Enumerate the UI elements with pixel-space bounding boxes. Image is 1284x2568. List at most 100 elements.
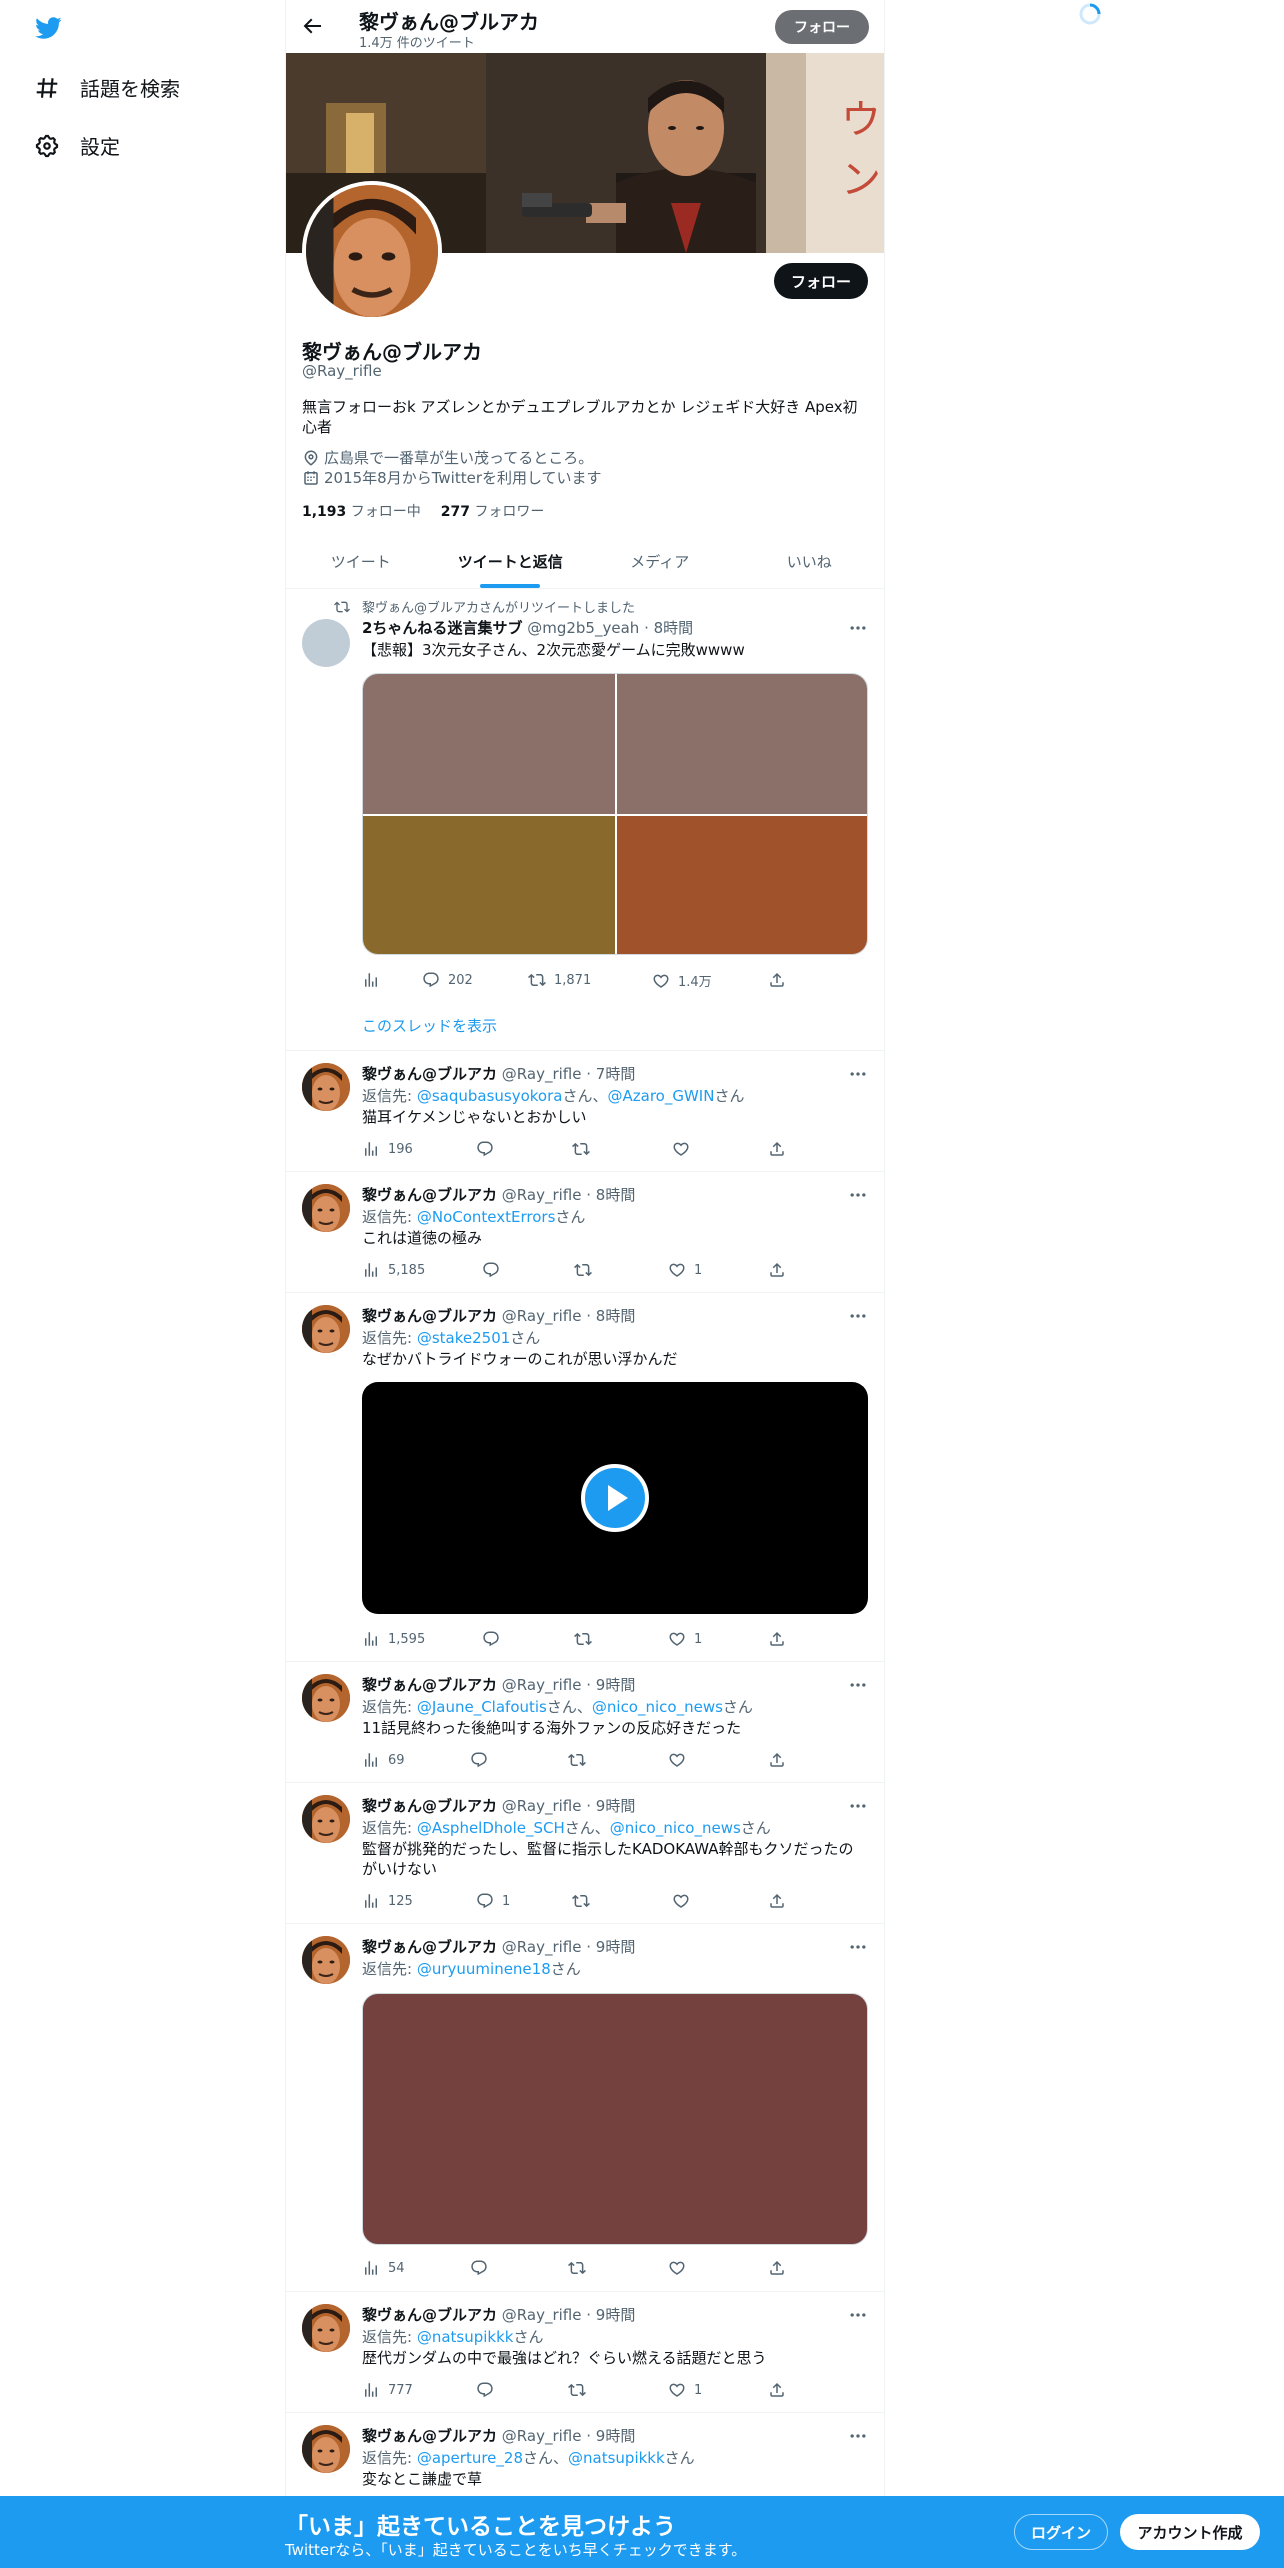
tweet-avatar[interactable] — [302, 1674, 350, 1722]
media-image-4[interactable] — [617, 816, 867, 954]
nav-settings[interactable]: 設定 — [34, 131, 120, 160]
tweet-author-name[interactable]: 黎ヴぁん@ブルアカ — [362, 1186, 497, 1204]
tweet-avatar[interactable] — [302, 1936, 350, 1984]
more-options-icon[interactable] — [848, 1064, 868, 1084]
reply-button[interactable] — [482, 1261, 508, 1279]
share-button[interactable] — [768, 1140, 794, 1158]
more-options-icon[interactable] — [848, 1675, 868, 1695]
reply-button[interactable]: 202 — [422, 971, 473, 989]
reply-mention-link[interactable]: @uryuuminene18 — [417, 1960, 551, 1978]
like-button[interactable] — [668, 1751, 694, 1769]
reply-mention-link[interactable]: @natsupikkk — [568, 2449, 665, 2467]
views-button[interactable]: 196 — [362, 1140, 413, 1158]
follow-button[interactable]: フォロー — [774, 263, 868, 299]
retweet-button[interactable] — [568, 1751, 594, 1769]
views-button[interactable]: 69 — [362, 1751, 405, 1769]
like-button[interactable]: 1.4万 — [652, 971, 712, 990]
followers-link[interactable]: 277 フォロワー — [441, 504, 545, 520]
tweet-avatar[interactable] — [302, 1063, 350, 1111]
tweet-video[interactable] — [362, 1382, 868, 1614]
reply-button[interactable] — [482, 1630, 508, 1648]
tweet[interactable]: 黎ヴぁん@ブルアカ @Ray_rifle · 9時間 返信先: @AsphelD… — [286, 1783, 884, 1924]
show-thread-link[interactable]: このスレッドを表示 — [362, 1015, 497, 1036]
like-button[interactable]: 1 — [668, 1261, 702, 1279]
reply-mention-link[interactable]: @stake2501 — [417, 1329, 510, 1347]
reply-mention-link[interactable]: @natsupikkk — [417, 2328, 514, 2346]
share-button[interactable] — [768, 1751, 794, 1769]
views-button[interactable]: 777 — [362, 2381, 413, 2399]
more-options-icon[interactable] — [848, 1796, 868, 1816]
tweet-image[interactable] — [362, 1993, 868, 2245]
tweet[interactable]: 2ちゃんねる迷言集サブ @mg2b5_yeah · 8時間 【悲報】3次元女子さ… — [286, 589, 884, 1051]
nav-explore[interactable]: 話題を検索 — [34, 73, 180, 102]
more-options-icon[interactable] — [848, 1937, 868, 1957]
following-link[interactable]: 1,193 フォロー中 — [302, 504, 421, 520]
like-button[interactable] — [668, 2259, 694, 2277]
tweet[interactable]: 黎ヴぁん@ブルアカ @Ray_rifle · 7時間 返信先: @saqubas… — [286, 1051, 884, 1172]
tweet-avatar[interactable] — [302, 1795, 350, 1843]
more-options-icon[interactable] — [848, 618, 868, 638]
tweet-author-name[interactable]: 2ちゃんねる迷言集サブ — [362, 619, 522, 637]
views-button[interactable]: 1,595 — [362, 1630, 425, 1648]
reply-mention-link[interactable]: @NoContextErrors — [417, 1208, 556, 1226]
tweet-avatar[interactable] — [302, 2425, 350, 2473]
tweet-author-name[interactable]: 黎ヴぁん@ブルアカ — [362, 2427, 497, 2445]
tweet-avatar[interactable] — [302, 1184, 350, 1232]
tweet-time[interactable]: · 9時間 — [586, 2306, 635, 2324]
media-image-3[interactable] — [363, 816, 615, 954]
retweet-button[interactable] — [574, 1261, 600, 1279]
tweet-author-name[interactable]: 黎ヴぁん@ブルアカ — [362, 1307, 497, 1325]
views-button[interactable]: 5,185 — [362, 1261, 425, 1279]
tweet-time[interactable]: · 8時間 — [586, 1186, 635, 1204]
tweet-author-name[interactable]: 黎ヴぁん@ブルアカ — [362, 1676, 497, 1694]
tweet[interactable]: 黎ヴぁん@ブルアカ @Ray_rifle · 8時間 返信先: @stake25… — [286, 1293, 884, 1662]
reply-mention-link[interactable]: @AsphelDhole_SCH — [417, 1819, 565, 1837]
views-button[interactable]: 54 — [362, 2259, 405, 2277]
retweet-button[interactable] — [568, 2259, 594, 2277]
more-options-icon[interactable] — [848, 2426, 868, 2446]
tweet-author-name[interactable]: 黎ヴぁん@ブルアカ — [362, 1065, 497, 1083]
reply-mention-link[interactable]: @nico_nico_news — [610, 1819, 741, 1837]
tweet-time[interactable]: · 9時間 — [586, 1797, 635, 1815]
tab-tweets-and-replies[interactable]: ツイートと返信 — [436, 536, 586, 588]
share-button[interactable] — [768, 2259, 794, 2277]
tab-tweets[interactable]: ツイート — [286, 536, 436, 588]
like-button[interactable]: 1 — [668, 1630, 702, 1648]
tweet-author-name[interactable]: 黎ヴぁん@ブルアカ — [362, 1797, 497, 1815]
tab-likes[interactable]: いいね — [735, 536, 885, 588]
reply-button[interactable] — [476, 2381, 502, 2399]
share-button[interactable] — [768, 1630, 794, 1648]
views-button[interactable] — [362, 971, 388, 989]
more-options-icon[interactable] — [848, 1185, 868, 1205]
reply-mention-link[interactable]: @Azaro_GWIN — [608, 1087, 715, 1105]
tweet[interactable]: 黎ヴぁん@ブルアカ @Ray_rifle · 9時間 返信先: @uryuumi… — [286, 1924, 884, 2292]
reply-button[interactable] — [470, 1751, 496, 1769]
header-follow-button[interactable]: フォロー — [775, 10, 869, 44]
tweet-time[interactable]: · 8時間 — [586, 1307, 635, 1325]
share-button[interactable] — [768, 1892, 794, 1910]
tweet-time[interactable]: · 7時間 — [586, 1065, 635, 1083]
tab-media[interactable]: メディア — [585, 536, 735, 588]
like-button[interactable] — [672, 1892, 698, 1910]
reply-button[interactable]: 1 — [476, 1892, 510, 1910]
reply-mention-link[interactable]: @saqubasusyokora — [417, 1087, 563, 1105]
more-options-icon[interactable] — [848, 2305, 868, 2325]
tweet-avatar[interactable] — [302, 1305, 350, 1353]
like-button[interactable] — [672, 1140, 698, 1158]
share-button[interactable] — [768, 2381, 794, 2399]
back-arrow-icon[interactable] — [300, 14, 324, 38]
tweet-avatar[interactable] — [302, 619, 350, 667]
tweet-avatar[interactable] — [302, 2304, 350, 2352]
tweet[interactable]: 黎ヴぁん@ブルアカ @Ray_rifle · 8時間 返信先: @NoConte… — [286, 1172, 884, 1293]
reply-mention-link[interactable]: @Jaune_Clafoutis — [417, 1698, 547, 1716]
tweet[interactable]: 黎ヴぁん@ブルアカ @Ray_rifle · 9時間 返信先: @Jaune_C… — [286, 1662, 884, 1783]
play-button[interactable] — [581, 1464, 649, 1532]
twitter-logo-icon[interactable] — [32, 14, 64, 42]
like-button[interactable]: 1 — [668, 2381, 702, 2399]
reply-button[interactable] — [470, 2259, 496, 2277]
retweet-button[interactable] — [574, 1630, 600, 1648]
login-button[interactable]: ログイン — [1014, 2514, 1108, 2550]
tweet-time[interactable]: · 9時間 — [586, 1676, 635, 1694]
retweet-button[interactable]: 1,871 — [528, 971, 591, 989]
tweet-media-grid[interactable] — [362, 673, 868, 955]
